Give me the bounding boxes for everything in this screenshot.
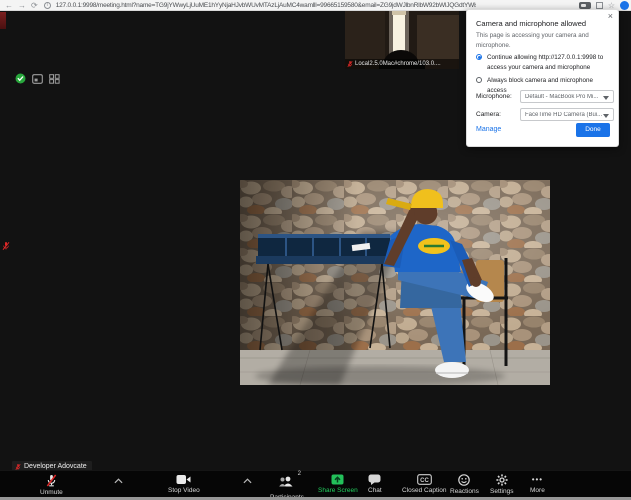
- more-ellipsis-icon: •••: [532, 474, 543, 485]
- manage-button[interactable]: Manage: [476, 126, 501, 133]
- camera-field-label: Camera:: [476, 111, 501, 118]
- audio-options-caret-icon[interactable]: [114, 478, 123, 484]
- page-info-icon[interactable]: i: [44, 2, 51, 9]
- video-options-caret-icon[interactable]: [243, 478, 252, 484]
- app-window: ← → ⟳ i 127.0.0.1:9998/meeting.html?name…: [0, 0, 631, 500]
- speaker-view-icon[interactable]: [32, 74, 43, 84]
- microphone-select-value: Default - MacBook Pro Mi...: [525, 94, 598, 100]
- chevron-down-icon: [603, 114, 609, 118]
- popup-body-text: This page is accessing your camera and m…: [476, 31, 610, 51]
- camera-mic-permission-popup: × Camera and microphone allowed This pag…: [466, 9, 619, 147]
- participant-photo: [240, 180, 550, 385]
- settings-button[interactable]: Settings: [490, 474, 514, 495]
- more-button[interactable]: ••• More: [530, 474, 545, 494]
- security-shield-icon[interactable]: [15, 73, 26, 84]
- radio-unselected-icon: [476, 77, 482, 83]
- muted-mic-icon: [2, 241, 10, 251]
- chat-label: Chat: [368, 487, 382, 494]
- share-screen-label: Share Screen: [318, 487, 358, 494]
- self-video-thumbnail[interactable]: Local2.5.0Mac#chrome/103.0....: [345, 11, 459, 69]
- participants-count-badge: 2: [298, 471, 301, 477]
- reactions-button[interactable]: Reactions: [450, 474, 479, 495]
- close-icon[interactable]: ×: [608, 12, 613, 21]
- participants-icon: [279, 476, 295, 487]
- more-label: More: [530, 487, 545, 494]
- main-video-feed: [240, 180, 550, 385]
- unmute-button[interactable]: Unmute: [40, 474, 63, 496]
- muted-mic-icon: [347, 60, 353, 68]
- gallery-view-icon[interactable]: [49, 74, 60, 84]
- reactions-label: Reactions: [450, 488, 479, 495]
- video-tile-edge-artifact: [0, 12, 6, 29]
- radio-option-continue-allowing[interactable]: Continue allowing http://127.0.0.1:9998 …: [476, 53, 614, 73]
- chat-bubble-icon: [368, 474, 381, 485]
- reactions-smiley-icon: [458, 474, 470, 486]
- settings-label: Settings: [490, 488, 514, 495]
- reload-icon[interactable]: ⟳: [31, 0, 38, 11]
- camera-select[interactable]: FaceTime HD Camera (Bui...: [520, 108, 614, 121]
- camera-row: Camera: FaceTime HD Camera (Bui...: [476, 108, 614, 121]
- thumbnail-name-label: Local2.5.0Mac#chrome/103.0....: [345, 59, 459, 69]
- closed-caption-label: Closed Caption: [402, 487, 446, 494]
- profile-avatar[interactable]: [620, 1, 629, 10]
- stop-video-button[interactable]: Stop Video: [168, 474, 200, 494]
- share-screen-button[interactable]: Share Screen: [318, 474, 358, 494]
- microphone-select[interactable]: Default - MacBook Pro Mi...: [520, 90, 614, 103]
- thumbnail-name-text: Local2.5.0Mac#chrome/103.0....: [355, 61, 441, 67]
- muted-mic-icon: [46, 474, 57, 487]
- stop-video-label: Stop Video: [168, 487, 200, 494]
- active-speaker-name: Developer Adovcate: [24, 463, 87, 470]
- popup-title: Camera and microphone allowed: [476, 19, 586, 28]
- video-camera-icon: [176, 474, 191, 485]
- svg-text:CC: CC: [420, 478, 429, 484]
- done-button[interactable]: Done: [576, 123, 610, 137]
- share-screen-icon: [331, 474, 344, 485]
- chevron-down-icon: [603, 96, 609, 100]
- forward-icon[interactable]: →: [18, 0, 26, 11]
- radio-option-label: Continue allowing http://127.0.0.1:9998 …: [487, 53, 614, 73]
- closed-caption-button[interactable]: CC Closed Caption: [402, 474, 446, 494]
- share-page-icon[interactable]: [596, 2, 603, 9]
- microphone-field-label: Microphone:: [476, 93, 512, 100]
- camera-select-value: FaceTime HD Camera (Bui...: [525, 112, 602, 118]
- unmute-label: Unmute: [40, 489, 63, 496]
- meeting-view-controls: [15, 73, 60, 84]
- closed-caption-icon: CC: [417, 474, 432, 485]
- chat-button[interactable]: Chat: [368, 474, 382, 494]
- back-icon[interactable]: ←: [5, 0, 13, 11]
- settings-gear-icon: [496, 474, 508, 486]
- radio-selected-icon: [476, 54, 482, 60]
- camera-permission-indicator-icon[interactable]: [579, 2, 591, 9]
- microphone-row: Microphone: Default - MacBook Pro Mi...: [476, 90, 614, 103]
- url-input[interactable]: 127.0.0.1:9998/meeting.html?name=TG9jYWw…: [56, 2, 476, 9]
- meeting-toolbar: Unmute Stop Video 2: [0, 470, 631, 497]
